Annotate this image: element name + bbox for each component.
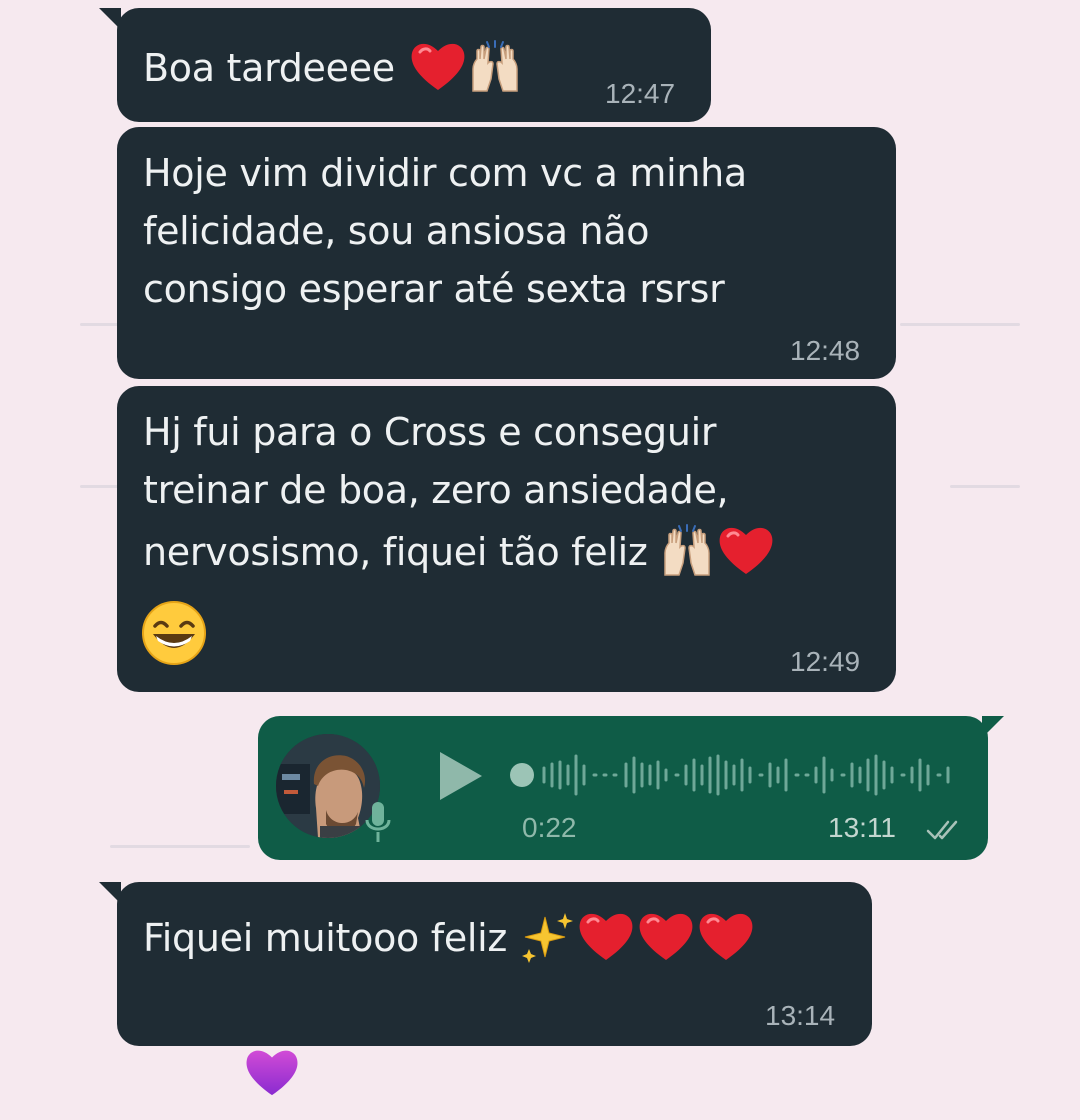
- red-heart-emoji: [575, 910, 635, 972]
- message-line-3: consigo esperar até sexta rsrsr: [143, 267, 725, 311]
- double-check-icon: [926, 818, 964, 842]
- message-bubble-1[interactable]: Boa tardeeee 12:47: [99, 8, 711, 122]
- audio-waveform[interactable]: [508, 742, 958, 808]
- microphone-icon: [363, 800, 393, 846]
- sparkles-emoji: [519, 909, 575, 973]
- background-line: [80, 485, 120, 488]
- message-line-2: felicidade, sou ansiosa não: [143, 209, 650, 253]
- background-line: [900, 323, 1020, 326]
- raising-hands-emoji: [659, 523, 715, 587]
- message-bubble-3[interactable]: Hj fui para o Cross e conseguir treinar …: [117, 386, 896, 692]
- red-heart-emoji: [635, 910, 695, 972]
- background-line: [950, 485, 1020, 488]
- voice-message-bubble[interactable]: 0:22 13:11: [258, 716, 1004, 860]
- purple-heart-reaction-icon[interactable]: [244, 1046, 300, 1098]
- red-heart-emoji: [407, 40, 467, 102]
- message-time: 12:47: [605, 78, 676, 109]
- raising-hands-emoji: [467, 39, 523, 103]
- message-line-1: Hoje vim dividir com vc a minha: [143, 151, 747, 195]
- background-line: [80, 323, 120, 326]
- play-icon[interactable]: [436, 748, 486, 804]
- message-text: Boa tardeeee: [143, 38, 523, 103]
- message-time: 12:48: [790, 335, 861, 366]
- red-heart-emoji: [715, 524, 775, 586]
- message-text: Fiquei muitooo feliz: [143, 908, 755, 973]
- message-line-1: Hj fui para o Cross e conseguir: [143, 410, 717, 454]
- message-time: 13:11: [828, 812, 896, 843]
- message-line-3: nervosismo, fiquei tão feliz: [143, 522, 775, 587]
- background-line: [110, 845, 250, 848]
- message-bubble-4[interactable]: Fiquei muitooo feliz 13:14: [99, 882, 872, 1046]
- red-heart-emoji: [695, 910, 755, 972]
- message-time: 13:14: [765, 1000, 836, 1031]
- message-time: 12:49: [790, 646, 861, 677]
- message-line-2: treinar de boa, zero ansiedade,: [143, 468, 729, 512]
- message-bubble-2[interactable]: Hoje vim dividir com vc a minha felicida…: [117, 127, 896, 379]
- voice-duration: 0:22: [522, 812, 577, 843]
- grinning-face-emoji: [141, 600, 207, 670]
